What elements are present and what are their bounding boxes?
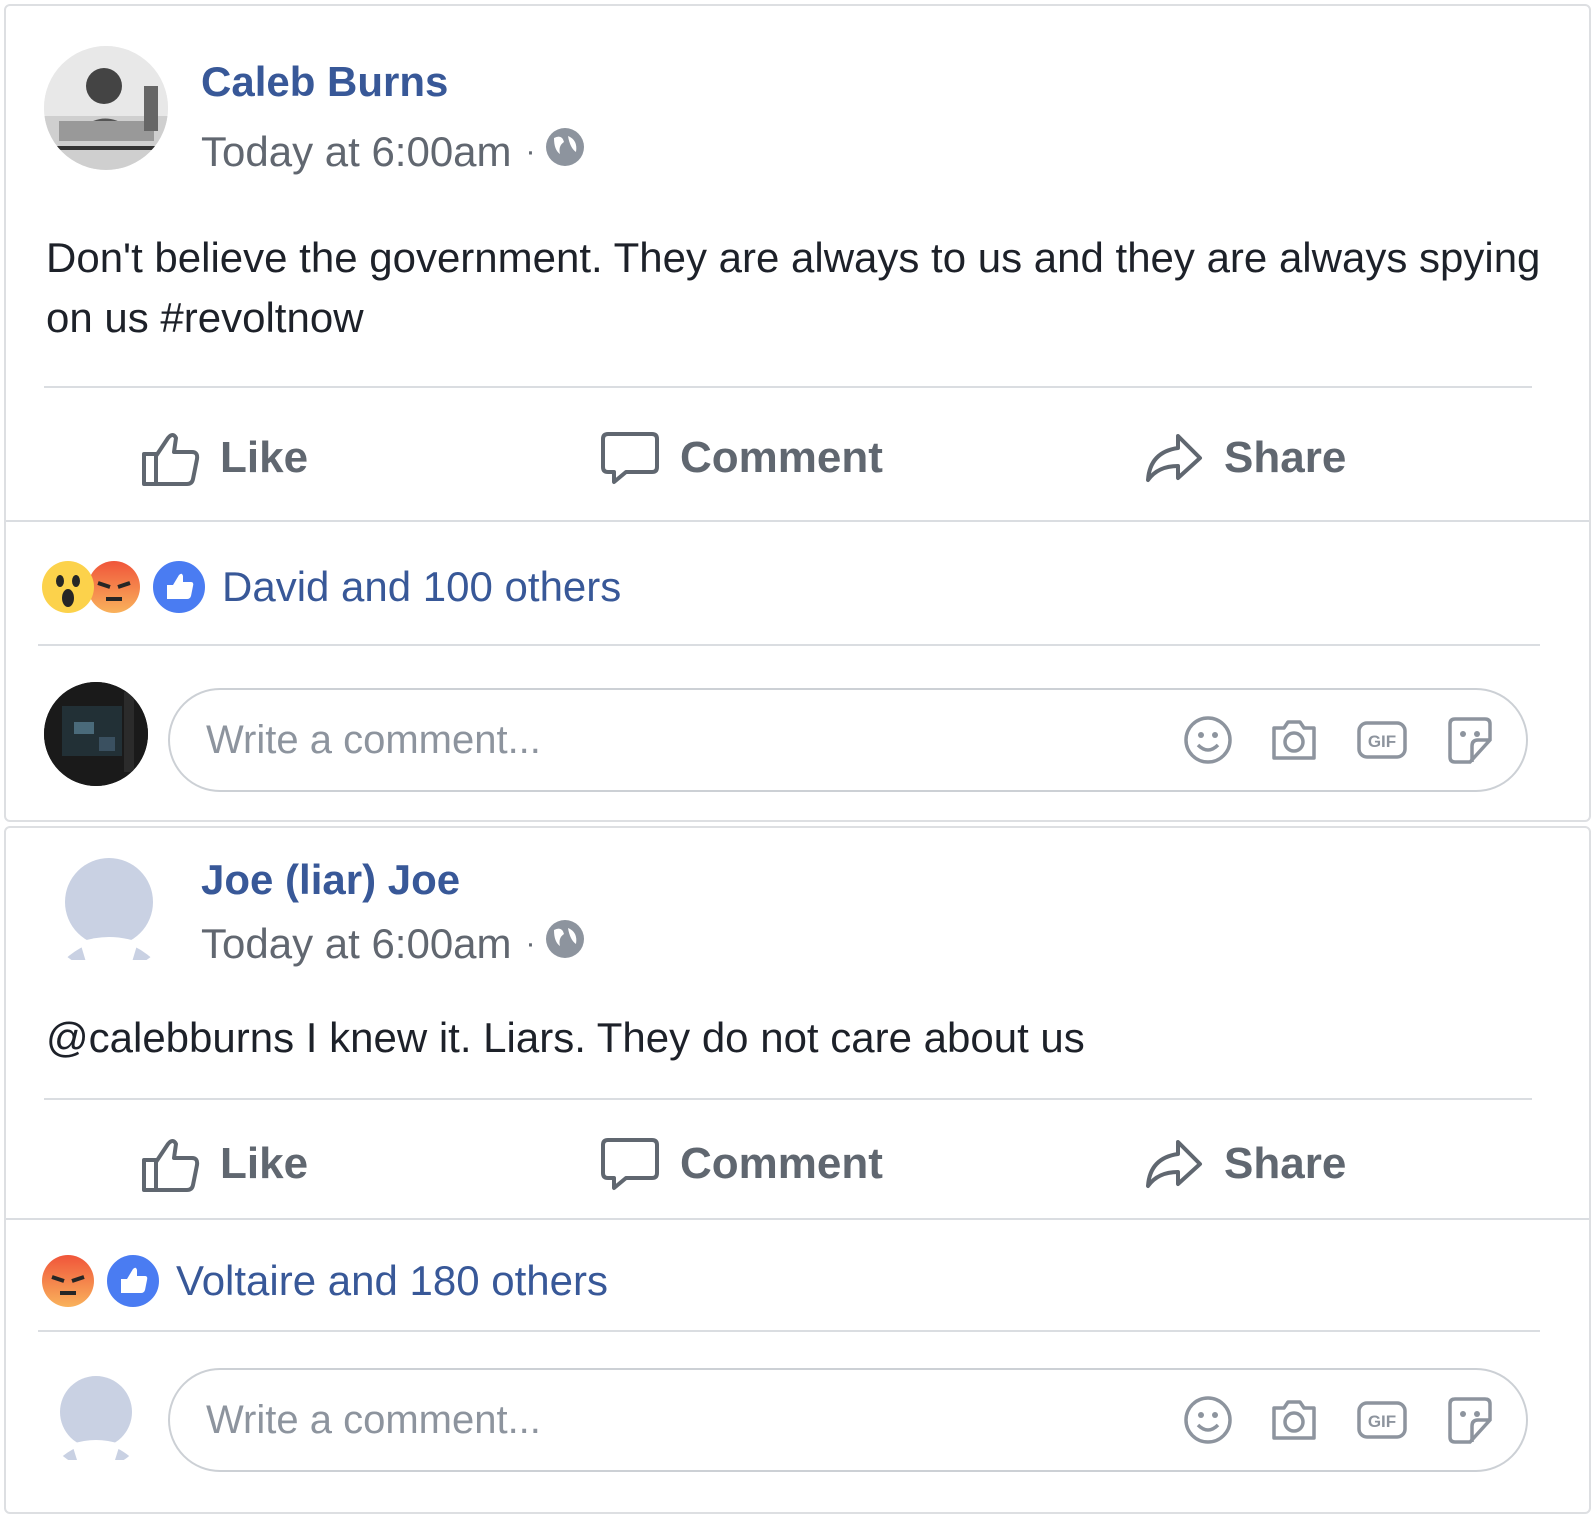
sticker-icon[interactable] xyxy=(1444,1394,1496,1446)
divider xyxy=(6,1218,1589,1220)
comment-input[interactable]: Write a comment... GIF xyxy=(168,1368,1528,1472)
comment-placeholder: Write a comment... xyxy=(206,1397,541,1442)
post-card: Joe (liar) Joe Today at 6:00am · @calebb… xyxy=(4,826,1591,1514)
share-label: Share xyxy=(1224,1139,1347,1188)
share-button[interactable]: Share xyxy=(1144,428,1346,488)
divider xyxy=(6,520,1589,522)
emoji-icon[interactable] xyxy=(1182,714,1234,766)
gif-icon[interactable]: GIF xyxy=(1356,714,1408,766)
post-author[interactable]: Caleb Burns xyxy=(201,58,448,106)
wow-reaction-icon xyxy=(42,561,94,613)
comment-icon xyxy=(601,1138,659,1190)
camera-icon[interactable] xyxy=(1268,714,1320,766)
meta-separator: · xyxy=(525,135,536,168)
commenter-avatar xyxy=(44,682,148,786)
reactions-summary[interactable]: Voltaire and 180 others xyxy=(42,1252,608,1310)
divider xyxy=(38,644,1540,646)
comment-icon xyxy=(601,432,659,484)
angry-reaction-icon xyxy=(88,561,140,613)
author-avatar[interactable] xyxy=(44,46,168,170)
meta-separator: · xyxy=(525,927,536,960)
reactions-label[interactable]: David and 100 others xyxy=(222,563,621,611)
camera-icon[interactable] xyxy=(1268,1394,1320,1446)
like-reaction-icon xyxy=(150,558,208,616)
like-button[interactable]: Like xyxy=(140,1134,308,1194)
thumbs-up-icon xyxy=(142,433,200,486)
svg-text:GIF: GIF xyxy=(1368,1412,1396,1431)
reactions-summary[interactable]: David and 100 others xyxy=(42,558,621,616)
globe-icon xyxy=(544,126,586,178)
svg-text:GIF: GIF xyxy=(1368,732,1396,751)
comment-placeholder: Write a comment... xyxy=(206,717,541,762)
post-text: @calebburns I knew it. Liars. They do no… xyxy=(46,1014,1085,1061)
like-label: Like xyxy=(220,1139,309,1188)
divider xyxy=(44,1098,1532,1100)
default-avatar-icon xyxy=(54,858,164,972)
globe-icon xyxy=(544,918,586,970)
gif-icon[interactable]: GIF xyxy=(1356,1394,1408,1446)
comment-label: Comment xyxy=(680,1139,883,1188)
default-avatar-icon xyxy=(50,1376,142,1468)
comment-input[interactable]: Write a comment... GIF xyxy=(168,688,1528,792)
emoji-icon[interactable] xyxy=(1182,1394,1234,1446)
comment-button[interactable]: Comment xyxy=(600,428,883,488)
commenter-avatar xyxy=(44,1364,148,1468)
thumbs-up-icon xyxy=(142,1139,200,1192)
share-arrow-icon xyxy=(1146,434,1202,482)
post-timestamp[interactable]: Today at 6:00am xyxy=(201,128,512,176)
like-reaction-icon xyxy=(104,1252,162,1310)
like-button[interactable]: Like xyxy=(140,428,308,488)
share-arrow-icon xyxy=(1146,1140,1202,1188)
sticker-icon[interactable] xyxy=(1444,714,1496,766)
author-avatar[interactable] xyxy=(44,842,174,972)
post-meta: Today at 6:00am · xyxy=(201,918,586,970)
post-card: Caleb Burns Today at 6:00am · Don't beli… xyxy=(4,4,1591,822)
post-author[interactable]: Joe (liar) Joe xyxy=(201,856,460,904)
divider xyxy=(38,1330,1540,1332)
post-timestamp[interactable]: Today at 6:00am xyxy=(201,920,512,968)
reactions-label[interactable]: Voltaire and 180 others xyxy=(176,1257,608,1305)
share-label: Share xyxy=(1224,433,1347,482)
post-meta: Today at 6:00am · xyxy=(201,126,586,178)
divider xyxy=(44,386,1532,388)
post-text: Don't believe the government. They are a… xyxy=(46,234,1541,341)
comment-label: Comment xyxy=(680,433,883,482)
angry-reaction-icon xyxy=(42,1255,94,1307)
comment-button[interactable]: Comment xyxy=(600,1134,883,1194)
share-button[interactable]: Share xyxy=(1144,1134,1346,1194)
like-label: Like xyxy=(220,433,309,482)
